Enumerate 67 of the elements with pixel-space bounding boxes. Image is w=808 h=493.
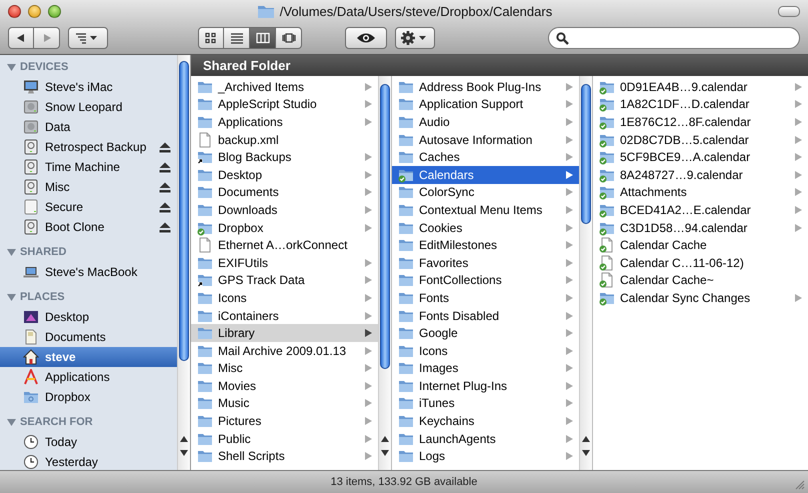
- columns-view-button[interactable]: [250, 27, 276, 49]
- close-button[interactable]: [8, 4, 21, 18]
- toolbar-toggle-button[interactable]: [778, 6, 800, 17]
- sidebar-item[interactable]: Boot Clone: [0, 217, 177, 237]
- eject-icon[interactable]: [159, 162, 171, 172]
- list-icon: [230, 32, 244, 44]
- sidebar-item[interactable]: Snow Leopard: [0, 97, 177, 117]
- file-row[interactable]: ColorSync: [392, 184, 579, 202]
- scroll-down-icon[interactable]: [582, 450, 590, 456]
- eye-icon: [356, 32, 376, 44]
- forward-icon: [42, 33, 52, 43]
- sidebar-item[interactable]: Data: [0, 117, 177, 137]
- sidebar-item[interactable]: Secure: [0, 197, 177, 217]
- action-button[interactable]: [395, 27, 435, 49]
- grid-icon: [204, 32, 218, 44]
- section-heading: PLACES: [20, 291, 65, 303]
- icons-view-button[interactable]: [198, 27, 224, 49]
- scroll-down-icon[interactable]: [381, 450, 389, 456]
- disclosure-triangle-icon[interactable]: [7, 248, 16, 256]
- scroll-up-icon[interactable]: [381, 436, 389, 442]
- resize-grip-icon[interactable]: [794, 479, 805, 490]
- section-heading: SEARCH FOR: [20, 416, 93, 428]
- sidebar-item[interactable]: steve: [0, 347, 177, 367]
- sidebar-item[interactable]: Yesterday: [0, 452, 177, 472]
- quick-look-button[interactable]: [345, 27, 387, 49]
- sidebar-item[interactable]: Dropbox: [0, 387, 177, 407]
- forward-button[interactable]: [34, 27, 60, 49]
- eject-icon[interactable]: [159, 182, 171, 192]
- sidebar-item[interactable]: Applications: [0, 367, 177, 387]
- disclosure-triangle-icon[interactable]: [7, 418, 16, 426]
- file-row[interactable]: Calendars: [392, 166, 579, 184]
- sidebar-item[interactable]: Retrospect Backup: [0, 137, 177, 157]
- eject-icon[interactable]: [159, 202, 171, 212]
- sidebar-item[interactable]: Time Machine: [0, 157, 177, 177]
- disclosure-triangle-icon[interactable]: [7, 292, 16, 302]
- columns-icon: [256, 32, 270, 44]
- window-title: /Volumes/Data/Users/steve/Dropbox/Calendars: [280, 4, 552, 18]
- scrollbar[interactable]: [177, 55, 190, 470]
- sidebar-item[interactable]: Documents: [0, 327, 177, 347]
- scrollbar[interactable]: [378, 76, 391, 470]
- search-icon: [556, 32, 569, 44]
- eject-icon[interactable]: [159, 142, 171, 152]
- folder-icon: [256, 4, 275, 18]
- sidebar-item[interactable]: Misc: [0, 177, 177, 197]
- scroll-up-icon[interactable]: [582, 436, 590, 442]
- minimize-button[interactable]: [28, 4, 41, 18]
- coverflow-view-button[interactable]: [276, 27, 302, 49]
- scroll-down-icon[interactable]: [180, 450, 188, 456]
- section-heading: DEVICES: [20, 61, 68, 73]
- status-text: 13 items, 133.92 GB available: [330, 476, 478, 488]
- scroll-up-icon[interactable]: [180, 436, 188, 442]
- list-view-button[interactable]: [224, 27, 250, 49]
- scrollbar[interactable]: [579, 76, 592, 470]
- disclosure-triangle-icon[interactable]: [7, 62, 16, 72]
- cover-flow-icon: [282, 32, 296, 44]
- zoom-button[interactable]: [48, 4, 61, 18]
- section-heading: SHARED: [20, 246, 66, 258]
- sidebar-item[interactable]: Today: [0, 432, 177, 452]
- sidebar-item[interactable]: Steve's MacBook: [0, 262, 177, 282]
- back-button[interactable]: [8, 27, 34, 49]
- back-icon: [16, 33, 26, 43]
- path-header: Shared Folder: [191, 55, 808, 76]
- sidebar-item[interactable]: Desktop: [0, 307, 177, 327]
- arrange-button[interactable]: [68, 27, 108, 49]
- sidebar-item[interactable]: Steve's iMac: [0, 77, 177, 97]
- eject-icon[interactable]: [159, 222, 171, 232]
- search-field[interactable]: [548, 27, 800, 49]
